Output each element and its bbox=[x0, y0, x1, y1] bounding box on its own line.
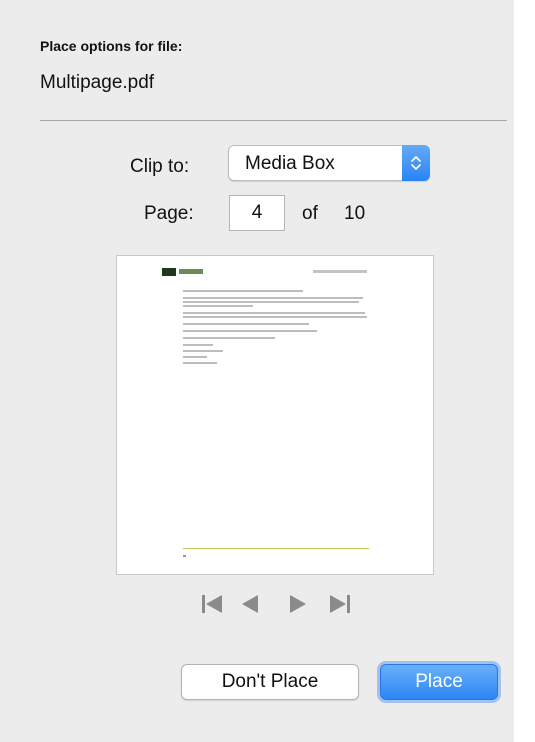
clip-to-value: Media Box bbox=[245, 153, 335, 174]
page-preview bbox=[116, 255, 434, 575]
dialog-heading: Place options for file: bbox=[40, 38, 183, 54]
divider bbox=[40, 120, 507, 121]
preview-footer-text bbox=[183, 555, 186, 557]
first-page-button[interactable] bbox=[200, 592, 224, 616]
first-page-icon bbox=[202, 595, 222, 613]
clip-to-select[interactable]: Media Box bbox=[228, 145, 430, 181]
dont-place-button[interactable]: Don't Place bbox=[181, 664, 359, 700]
page-number-input[interactable] bbox=[229, 195, 285, 231]
page-total: 10 bbox=[344, 203, 366, 224]
preview-logo-text bbox=[179, 269, 203, 274]
previous-page-icon bbox=[242, 595, 258, 613]
last-page-icon bbox=[330, 595, 350, 613]
page-label: Page: bbox=[144, 203, 194, 224]
preview-header-text bbox=[313, 270, 367, 273]
place-button[interactable]: Place bbox=[380, 664, 498, 700]
preview-logo-mark bbox=[162, 268, 176, 276]
last-page-button[interactable] bbox=[328, 592, 352, 616]
page-of-label: of bbox=[302, 203, 318, 224]
file-name: Multipage.pdf bbox=[40, 72, 155, 93]
clip-to-label: Clip to: bbox=[130, 156, 190, 177]
next-page-button[interactable] bbox=[286, 592, 310, 616]
preview-footer-line bbox=[183, 548, 369, 549]
place-options-dialog: Place options for file: Multipage.pdf Cl… bbox=[0, 0, 514, 742]
next-page-icon bbox=[290, 595, 306, 613]
previous-page-button[interactable] bbox=[238, 592, 262, 616]
chevron-up-down-icon bbox=[402, 145, 430, 181]
